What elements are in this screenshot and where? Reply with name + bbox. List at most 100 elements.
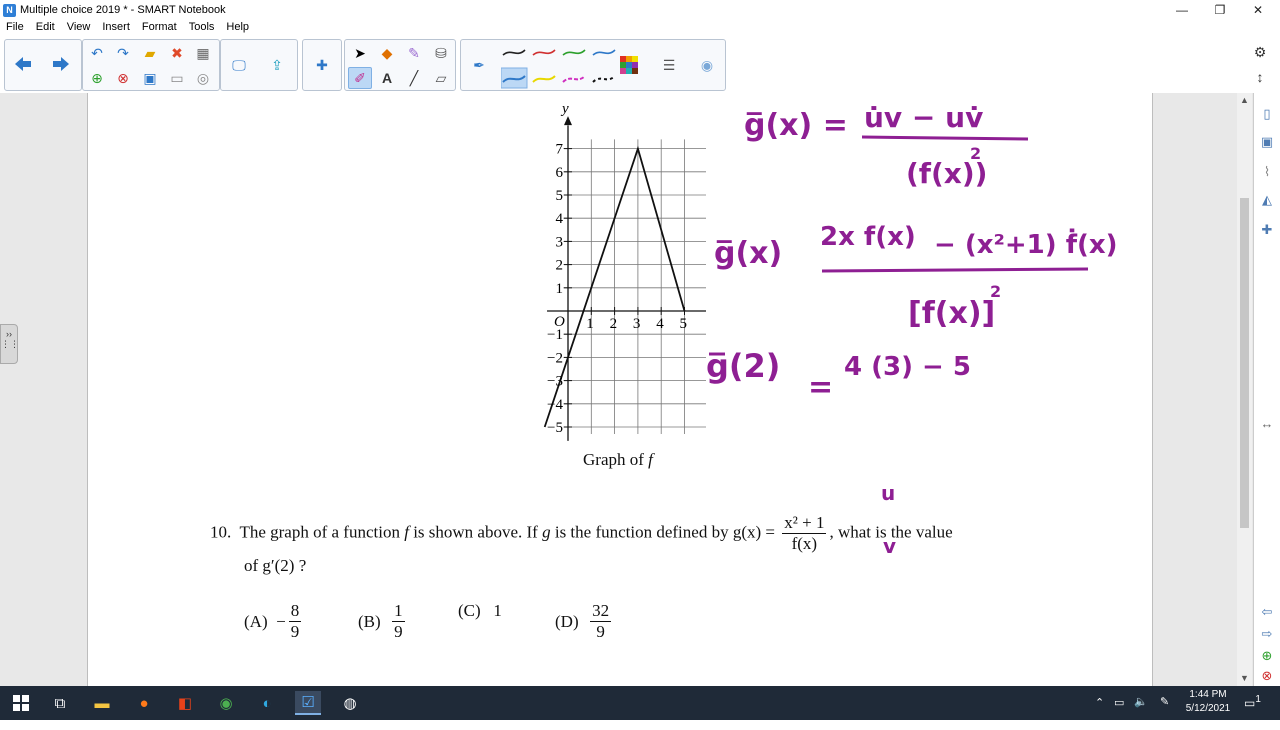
add-page-button[interactable]: ⊕ xyxy=(85,67,109,89)
properties-icon: ◎ xyxy=(196,69,210,86)
choice-b[interactable]: (B) 19 xyxy=(358,601,408,642)
y-tick-label: 5 xyxy=(556,188,564,204)
panel-delete-page-icon[interactable]: ⊗ xyxy=(1258,667,1276,685)
line-width-icon: ☰ xyxy=(662,56,676,73)
close-button[interactable]: ✕ xyxy=(1238,0,1278,20)
save-button[interactable]: ▣ xyxy=(138,67,162,89)
line-style-button[interactable]: ☰ xyxy=(657,54,681,76)
delete-page-button[interactable]: ⊗ xyxy=(111,67,135,89)
scroll-up-icon[interactable]: ▲ xyxy=(1240,95,1249,105)
notebook-page[interactable]: x y O 12345 7654321−1−2−3−4−5 Graph of f… xyxy=(87,93,1153,686)
firefox-button[interactable]: ● xyxy=(131,691,157,715)
menu-tools[interactable]: Tools xyxy=(183,19,221,36)
title-bar: N Multiple choice 2019 * - SMART Noteboo… xyxy=(0,0,1280,20)
battery-icon[interactable]: ▭ xyxy=(1114,696,1124,730)
display-screen-button[interactable]: 🖵 xyxy=(227,54,251,76)
choice-a[interactable]: (A) − 89 xyxy=(244,601,304,642)
pen-workspace-icon[interactable]: ✎ xyxy=(1160,695,1169,729)
notifications-button[interactable]: ▭1 xyxy=(1244,694,1261,728)
edge-icon: ◐ xyxy=(262,694,272,712)
file-explorer-button[interactable]: ▬ xyxy=(89,691,115,715)
start-button[interactable] xyxy=(8,691,34,715)
menu-file[interactable]: File xyxy=(0,19,30,36)
resize-panel-icon[interactable]: ↔ xyxy=(1258,415,1276,433)
window-title: Multiple choice 2019 * - SMART Notebook xyxy=(20,4,226,16)
smart-notebook-taskbar-button[interactable]: ☑ xyxy=(295,691,321,715)
choice-letter: (C) xyxy=(458,601,481,620)
shapes-tool-button[interactable]: ◆ xyxy=(375,42,399,64)
minimize-button[interactable]: — xyxy=(1162,0,1202,20)
scroll-down-icon[interactable]: ▼ xyxy=(1240,673,1249,683)
delete-x-icon: ✖ xyxy=(171,44,183,61)
clock-time: 1:44 PM xyxy=(1189,689,1227,700)
collapse-side-panel-tab[interactable]: ›› ⋮⋮ xyxy=(0,324,19,364)
fill-tool-button[interactable]: ⛁ xyxy=(429,42,453,64)
choice-d[interactable]: (D) 32 9 xyxy=(555,601,614,642)
show-hidden-icons-button[interactable]: ⌃ xyxy=(1095,696,1104,730)
eraser-tool-button[interactable]: ▱ xyxy=(429,67,453,89)
vertical-scrollbar[interactable]: ▲ ▼ xyxy=(1237,93,1252,686)
line-tool-button[interactable]: ╱ xyxy=(402,67,426,89)
volume-icon[interactable]: 🔈 xyxy=(1134,695,1148,729)
task-view-button[interactable]: ⧉ xyxy=(47,691,73,715)
panel-add-page-icon[interactable]: ⊕ xyxy=(1258,647,1276,665)
attachments-icon[interactable]: ⌇ xyxy=(1258,163,1276,181)
question-g-of-x: g(x) = xyxy=(732,522,776,542)
pens-tool-button[interactable]: ✐ xyxy=(348,67,372,89)
x-tick-label: 2 xyxy=(610,316,618,332)
chrome-button[interactable]: ◉ xyxy=(213,691,239,715)
insert-table-button[interactable]: ▦ xyxy=(191,42,215,64)
menu-insert[interactable]: Insert xyxy=(96,19,136,36)
obs-button[interactable]: ◍ xyxy=(337,691,363,715)
menu-help[interactable]: Help xyxy=(220,19,255,36)
handwritten-ink-layer[interactable]: g̅(x) = u̇v − uv̇ (f(x)) 2 g̅(x) 2x f(x)… xyxy=(688,93,1148,413)
workspace: ››⋮⋮ x y O 12345 7654321−1−2−3−4−5 Graph… xyxy=(0,93,1280,686)
scrollbar-thumb[interactable] xyxy=(1240,198,1249,528)
question-var-g: g xyxy=(542,522,551,542)
monitor-icon: 🖵 xyxy=(232,56,246,73)
screen-shade-button[interactable]: ▭ xyxy=(165,67,189,89)
menu-edit[interactable]: Edit xyxy=(30,19,61,36)
side-panel-tabs: ▯ ▣ ⌇ ◭ ✚ ↔ ⇦ ⇨ ⊕ ⊗ xyxy=(1253,93,1280,686)
color-palette-button[interactable] xyxy=(617,54,641,76)
clock[interactable]: 1:44 PM 5/12/2021 xyxy=(1180,689,1236,723)
add-ons-button[interactable]: ✚ xyxy=(310,54,334,76)
magic-pen-button[interactable]: ✎ xyxy=(402,42,426,64)
move-toolbar-button[interactable]: ↕ xyxy=(1248,66,1272,88)
graph-caption: Graph of f xyxy=(583,450,653,470)
page-sorter-icon[interactable]: ▯ xyxy=(1258,105,1276,123)
fraction-denominator: f(x) xyxy=(791,534,818,553)
pen-type-button[interactable]: ✒ xyxy=(467,54,491,76)
transparency-button[interactable]: ◉ xyxy=(695,54,719,76)
properties-panel-icon[interactable]: ◭ xyxy=(1258,191,1276,209)
menu-format[interactable]: Format xyxy=(136,19,183,36)
text-tool-button[interactable]: A xyxy=(375,67,399,89)
redo-button[interactable]: ↷ xyxy=(111,42,135,64)
y-tick-label: 2 xyxy=(556,258,564,274)
properties-button[interactable]: ◎ xyxy=(191,67,215,89)
menu-view[interactable]: View xyxy=(61,19,97,36)
previous-page-button[interactable] xyxy=(11,53,35,75)
add-ons-panel-icon[interactable]: ✚ xyxy=(1258,221,1276,239)
document-camera-button[interactable]: ⇪ xyxy=(265,54,289,76)
choice-c[interactable]: (C) 1 xyxy=(458,601,502,621)
delete-button[interactable]: ✖ xyxy=(165,42,189,64)
next-page-button[interactable] xyxy=(49,53,73,75)
gallery-icon[interactable]: ▣ xyxy=(1258,133,1276,151)
panel-prev-page-icon[interactable]: ⇦ xyxy=(1258,603,1276,621)
question-var-f: f xyxy=(404,522,409,542)
undo-button[interactable]: ↶ xyxy=(85,42,109,64)
eraser-icon: ▱ xyxy=(435,69,447,86)
text-a-icon: A xyxy=(381,70,393,86)
edge-button[interactable]: ◐ xyxy=(254,691,280,715)
obs-icon: ◍ xyxy=(343,695,357,712)
open-file-button[interactable]: ▰ xyxy=(138,42,162,64)
y-tick-label: 3 xyxy=(556,234,564,250)
panel-next-page-icon[interactable]: ⇨ xyxy=(1258,625,1276,643)
select-tool-button[interactable]: ➤ xyxy=(348,42,372,64)
ink-line2-numerator-a: 2x f(x) xyxy=(820,222,916,252)
settings-button[interactable]: ⚙ xyxy=(1248,41,1272,63)
maximize-button[interactable]: ❐ xyxy=(1200,0,1240,20)
task-view-icon: ⧉ xyxy=(54,694,66,712)
office-button[interactable]: ◧ xyxy=(172,691,198,715)
